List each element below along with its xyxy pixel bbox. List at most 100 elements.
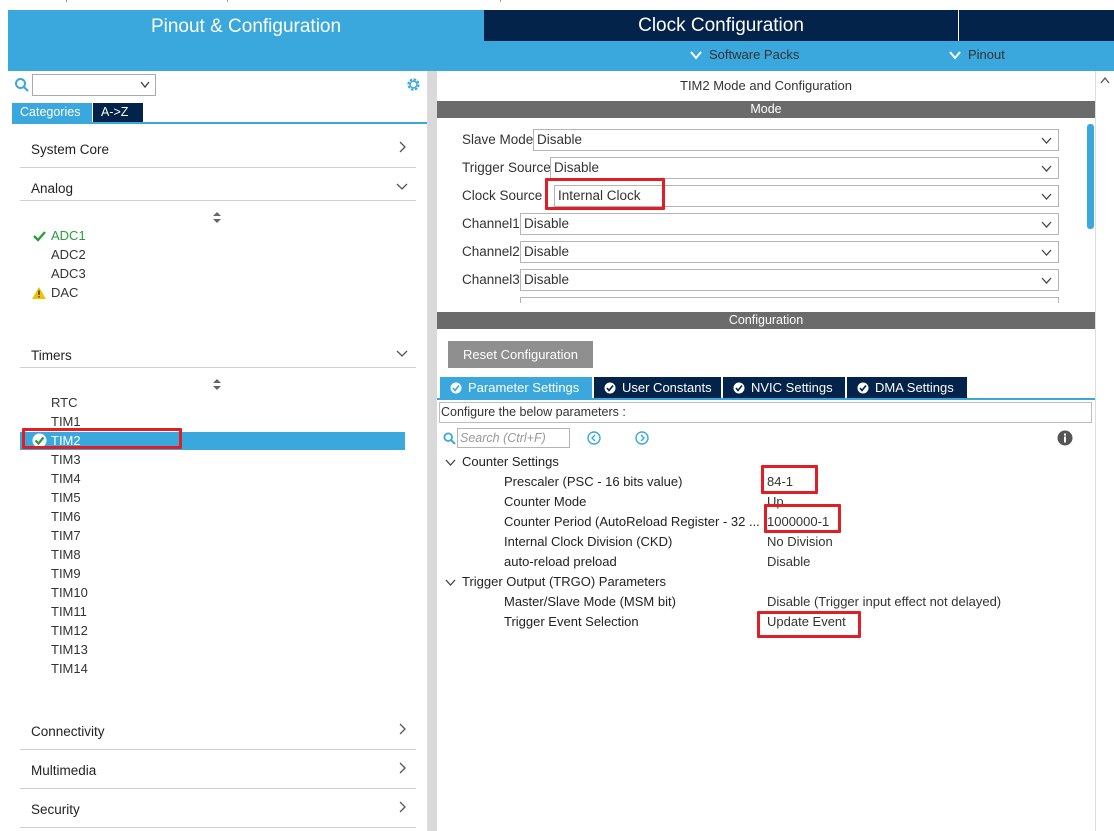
chevron-up-icon[interactable] (1100, 74, 1110, 88)
group-trigger-output[interactable]: Trigger Output (TRGO) Parameters (462, 572, 666, 592)
scrollbar[interactable] (1095, 71, 1114, 831)
software-packs-label: Software Packs (709, 47, 800, 62)
list-item-adc3[interactable]: ADC3 (51, 264, 86, 283)
mode-label: Channel3 (462, 272, 520, 287)
config-header: Configuration (437, 312, 1095, 329)
channel1-select[interactable]: Disable (520, 213, 1059, 235)
tab-label: User Constants (622, 380, 712, 395)
channel2-select[interactable]: Disable (520, 241, 1059, 263)
channel3-select[interactable]: Disable (520, 269, 1059, 291)
top-strip (0, 0, 1114, 10)
param-label: Master/Slave Mode (MSM bit) (504, 594, 676, 609)
mode-label: Trigger Source (462, 160, 551, 175)
tab-user-constants[interactable]: User Constants (594, 377, 721, 398)
list-item-tim10[interactable]: TIM10 (51, 583, 88, 602)
previous-icon[interactable] (587, 431, 601, 445)
section-system-core[interactable]: System Core (20, 129, 416, 168)
list-item-tim7[interactable]: TIM7 (51, 526, 81, 545)
tabs-underline (437, 398, 1095, 400)
tab-label: NVIC Settings (751, 380, 833, 395)
mode-header: Mode (437, 101, 1095, 118)
next-icon[interactable] (635, 431, 649, 445)
section-security[interactable]: Security (20, 789, 416, 828)
chevron-down-icon (1041, 165, 1052, 172)
list-item-adc1[interactable]: ADC1 (51, 226, 86, 245)
list-item-rtc[interactable]: RTC (51, 393, 77, 412)
select-value: Disable (537, 132, 583, 147)
list-item-tim3[interactable]: TIM3 (51, 450, 81, 469)
sub-menu-bar: Software Packs Pinout (484, 41, 1114, 71)
select-value: Disable (524, 272, 570, 287)
reset-configuration-button[interactable]: Reset Configuration (448, 341, 593, 368)
highlight-box-clock-source (545, 178, 665, 210)
chevron-down-icon (1041, 249, 1052, 256)
list-item-adc2[interactable]: ADC2 (51, 245, 86, 264)
list-item-tim4[interactable]: TIM4 (51, 469, 81, 488)
search-icon (443, 432, 456, 445)
section-label: System Core (31, 142, 110, 157)
tab-clock-configuration[interactable]: Clock Configuration (484, 10, 958, 41)
trigger-source-select[interactable]: Disable (550, 157, 1059, 179)
list-item-tim13[interactable]: TIM13 (51, 640, 88, 659)
list-item-tim12[interactable]: TIM12 (51, 621, 88, 640)
mode-label: Channel1 (462, 216, 520, 231)
list-item-dac[interactable]: DAC (51, 283, 78, 302)
search-icon[interactable] (14, 77, 30, 93)
mode-scrollbar-thumb[interactable] (1087, 124, 1094, 229)
tab-pinout-configuration[interactable]: Pinout & Configuration (8, 10, 484, 71)
param-value-auto-reload[interactable]: Disable (767, 552, 810, 572)
list-item-tim6[interactable]: TIM6 (51, 507, 81, 526)
param-value-clock-division[interactable]: No Division (767, 532, 833, 552)
chevron-down-icon[interactable] (445, 457, 456, 468)
highlight-box-counter-period (764, 504, 841, 533)
sort-icon[interactable] (213, 379, 221, 390)
tab-a-z[interactable]: A->Z (93, 103, 143, 122)
check-circle-icon (604, 382, 616, 393)
check-icon (33, 231, 46, 242)
sort-icon[interactable] (213, 212, 221, 223)
panel-splitter[interactable] (428, 71, 437, 831)
section-label: Connectivity (31, 724, 105, 739)
param-label: Prescaler (PSC - 16 bits value) (504, 474, 683, 489)
highlight-box-tim2 (22, 428, 182, 449)
chevron-down-icon[interactable] (445, 577, 456, 588)
search-input[interactable]: Search (Ctrl+F) (457, 428, 570, 448)
select-value: Disable (524, 244, 570, 259)
list-item-tim8[interactable]: TIM8 (51, 545, 81, 564)
select-value: Disable (524, 216, 570, 231)
tab-extra[interactable] (959, 10, 1114, 41)
info-icon[interactable] (1057, 430, 1073, 446)
search-combo[interactable] (32, 74, 156, 96)
page-title: TIM2 Mode and Configuration (680, 78, 852, 93)
slave-mode-select[interactable]: Disable (533, 129, 1059, 151)
tab-dma-settings[interactable]: DMA Settings (847, 377, 967, 398)
list-item-tim9[interactable]: TIM9 (51, 564, 81, 583)
section-label: Analog (31, 181, 74, 196)
highlight-box-trigger-event (757, 611, 861, 638)
tab-nvic-settings[interactable]: NVIC Settings (723, 377, 845, 398)
pinout-menu[interactable]: Pinout (948, 45, 1005, 64)
tab-categories[interactable]: Categories (12, 103, 92, 122)
list-item-tim11[interactable]: TIM11 (51, 602, 87, 621)
list-item-tim5[interactable]: TIM5 (51, 488, 81, 507)
chevron-down-icon (140, 81, 150, 89)
chevron-down-icon (1041, 193, 1052, 200)
section-timers[interactable]: Timers (20, 335, 416, 368)
section-connectivity[interactable]: Connectivity (20, 711, 416, 750)
group-counter-settings[interactable]: Counter Settings (462, 452, 559, 472)
section-analog[interactable]: Analog (20, 168, 416, 201)
param-label: Internal Clock Division (CKD) (504, 534, 673, 549)
section-multimedia[interactable]: Multimedia (20, 750, 416, 789)
tab-parameter-settings[interactable]: Parameter Settings (440, 377, 592, 398)
chevron-down-icon (949, 50, 961, 60)
chevron-down-icon (1041, 221, 1052, 228)
list-item-tim14[interactable]: TIM14 (51, 659, 88, 678)
param-value-msm[interactable]: Disable (Trigger input effect not delaye… (767, 592, 1001, 612)
param-label: auto-reload preload (504, 554, 617, 569)
highlight-box-prescaler (761, 465, 818, 494)
mode-row-partial (520, 297, 1059, 303)
software-packs-menu[interactable]: Software Packs (689, 45, 799, 64)
tab-clock-configuration-label: Clock Configuration (638, 15, 804, 36)
gear-icon[interactable] (405, 76, 422, 93)
param-label: Trigger Event Selection (504, 614, 639, 629)
